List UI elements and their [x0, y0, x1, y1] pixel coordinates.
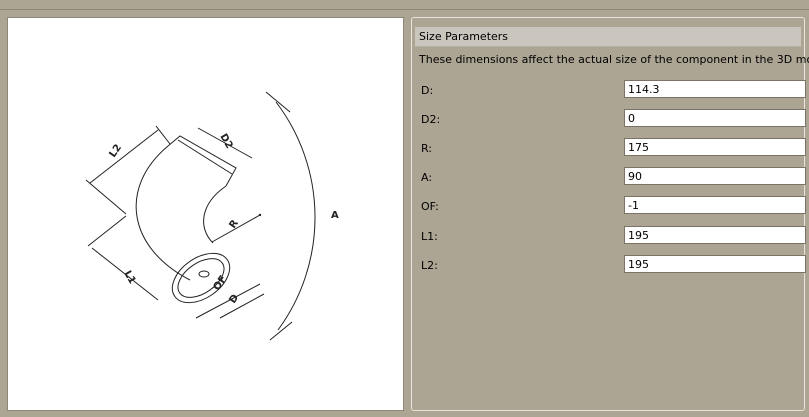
param-input-l2[interactable] [624, 255, 806, 273]
l1-ext [87, 215, 127, 247]
bottom-opening [171, 252, 231, 304]
top-toolbar-strip [0, 0, 809, 10]
panel-description: These dimensions affect the actual size … [419, 53, 809, 66]
elbow-inner [203, 185, 227, 244]
param-input-r[interactable] [624, 138, 806, 156]
param-input-of[interactable] [624, 196, 806, 214]
param-label-l1: L1: [421, 230, 438, 243]
param-input-a[interactable] [624, 167, 806, 185]
elbow-outer [135, 145, 191, 281]
param-row-d: D: [419, 80, 806, 98]
param-label-of: OF: [421, 200, 439, 213]
param-label-d: D: [421, 84, 434, 97]
label-l2: L2 [107, 142, 124, 159]
l2-dim-line [89, 129, 159, 184]
param-input-l1[interactable] [624, 226, 806, 244]
param-input-d2[interactable] [624, 109, 806, 127]
param-row-d2: D2: [419, 109, 806, 127]
param-label-a: A: [421, 171, 433, 184]
l2-ext-low [85, 179, 127, 215]
panel-title: Size Parameters [419, 30, 509, 43]
param-row-l2: L2: [419, 255, 806, 273]
param-label-d2: D2: [421, 113, 441, 126]
label-l1: L1 [121, 269, 137, 286]
elbow-diagram: L2 D2 R A L1 OF D [85, 91, 339, 341]
param-input-d[interactable] [624, 80, 806, 98]
arc-tick-top [265, 91, 291, 113]
param-row-a: A: [419, 167, 806, 185]
param-label-r: R: [421, 142, 433, 155]
component-preview: L2 D2 R A L1 OF D [7, 17, 404, 411]
l2-ext-high [155, 125, 171, 145]
label-of: OF [211, 274, 229, 293]
param-label-l2: L2: [421, 259, 438, 272]
arc-tick-bottom [269, 321, 293, 341]
label-a: A [331, 210, 339, 221]
arc-center [258, 213, 262, 217]
param-row-of: OF: [419, 196, 806, 214]
label-d2: D2 [217, 132, 234, 151]
param-row-l1: L1: [419, 226, 806, 244]
param-row-r: R: [419, 138, 806, 156]
of-marker [198, 270, 210, 278]
label-r: R [227, 218, 241, 231]
panel-header: Size Parameters [415, 27, 801, 47]
angle-arc [275, 101, 316, 331]
size-parameters-panel: Size Parameters These dimensions affect … [411, 17, 809, 411]
of-dim-line [219, 293, 265, 319]
